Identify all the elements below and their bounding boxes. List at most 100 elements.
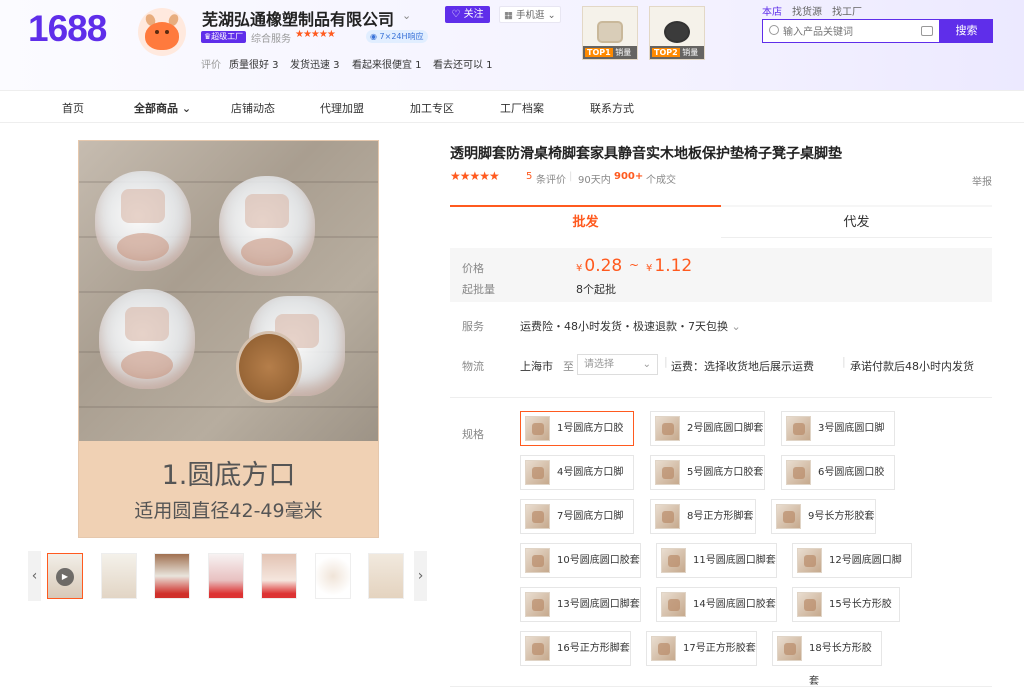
spec-option[interactable]: 2号圆底圆口脚套 (650, 411, 765, 446)
price-panel (450, 248, 992, 302)
shop-nav: 首页 全部商品 ⌄ 店铺动态 代理加盟 加工专区 工厂档案 联系方式 (0, 90, 1024, 123)
spec-option[interactable]: 12号圆底圆口脚套 (792, 543, 912, 599)
sales-prefix: 90天内 (578, 175, 611, 186)
chevron-down-icon: ⌄ (547, 10, 556, 21)
divider: | (569, 171, 573, 182)
camera-icon[interactable] (921, 26, 933, 36)
qr-code-icon: ▦ (504, 10, 513, 21)
chevron-down-icon: ⌄ (731, 320, 741, 333)
report-link[interactable]: 举报 (972, 173, 992, 188)
nav-agency[interactable]: 代理加盟 (320, 100, 364, 116)
shop-avatar[interactable] (138, 8, 186, 56)
thumbnail[interactable] (315, 553, 351, 599)
thumbnail[interactable] (101, 553, 137, 599)
eval-tag[interactable]: 看起来很便宜 1 (352, 56, 422, 71)
nav-contact[interactable]: 联系方式 (590, 100, 634, 116)
tab-this-shop[interactable]: 本店 (762, 3, 782, 18)
moq-label: 起批量 (462, 283, 495, 296)
service-row-label: 服务 (462, 320, 484, 333)
chevron-right-icon[interactable]: › (414, 551, 427, 601)
divider: | (664, 355, 668, 368)
sales-suffix: 个成交 (646, 175, 676, 186)
image-caption-subtitle: 适用圆直径42-49毫米 (134, 500, 323, 522)
nav-all-products[interactable]: 全部商品 ⌄ (134, 100, 191, 116)
tab-find-source[interactable]: 找货源 (792, 3, 822, 18)
main-product-image[interactable]: 1.圆底方口 适用圆直径42-49毫米 (78, 140, 379, 538)
moq-value: 8个起批 (576, 283, 616, 296)
thumbnail[interactable] (261, 553, 297, 599)
site-logo[interactable]: 1688 (28, 8, 107, 50)
shipping-promise: 承诺付款后48小时内发货 (850, 360, 974, 373)
company-name[interactable]: 芜湖弘通橡塑制品有限公司 (202, 6, 394, 30)
service-stars: ★★★★★ (295, 29, 336, 40)
search-box (762, 19, 940, 44)
thumbnail[interactable] (208, 553, 244, 599)
nav-home[interactable]: 首页 (62, 100, 84, 116)
spec-option[interactable]: 18号长方形胶套 (772, 631, 882, 687)
product-photo (79, 141, 378, 441)
spec-option[interactable]: 16号正方形脚套 (520, 631, 631, 666)
chevron-left-icon[interactable]: ‹ (28, 551, 41, 601)
divider: | (842, 355, 846, 368)
spec-option[interactable]: 1号圆底方口胶套 (520, 411, 634, 467)
spec-option[interactable]: 9号长方形胶套 (771, 499, 876, 534)
chevron-down-icon: ⌄ (181, 102, 192, 115)
logistics-label: 物流 (462, 360, 484, 373)
thumbnail[interactable]: ▶ (47, 553, 83, 599)
top-product-thumb[interactable]: TOP2 销量 (649, 6, 705, 60)
from-city: 上海市 (520, 360, 553, 373)
spec-option[interactable]: 7号圆底方口脚套 (520, 499, 634, 555)
spec-option[interactable]: 8号正方形脚套 (650, 499, 756, 534)
spec-option[interactable]: 4号圆底方口脚套 (520, 455, 634, 511)
spec-option[interactable]: 11号圆底圆口脚套 (656, 543, 777, 578)
spec-option[interactable]: 17号正方形胶套 (646, 631, 757, 666)
spec-option[interactable]: 14号圆底圆口胶套 (656, 587, 777, 622)
headset-icon: ◉ (370, 32, 377, 41)
nav-factory-profile[interactable]: 工厂档案 (500, 100, 544, 116)
search-button[interactable]: 搜索 (940, 19, 993, 43)
tab-find-factory[interactable]: 找工厂 (832, 3, 862, 18)
tab-wholesale[interactable]: 批发 (450, 205, 721, 238)
mobile-browse-button[interactable]: ▦ 手机逛 ⌄ (499, 6, 561, 23)
spec-option[interactable]: 5号圆底方口胶套 (650, 455, 765, 490)
chevron-down-icon[interactable]: ⌄ (402, 9, 411, 22)
divider (450, 686, 992, 687)
rating-stars: ★★★★★ (450, 169, 500, 183)
freight-info: 运费：选择收货地后展示运费 (671, 360, 814, 373)
spec-option[interactable]: 6号圆底圆口胶套 (781, 455, 895, 511)
top-product-thumb[interactable]: TOP1 销量 (582, 6, 638, 60)
eval-tag[interactable]: 质量很好 3 (229, 56, 279, 71)
follow-button[interactable]: ♡ 关注 (445, 6, 490, 23)
price-separator: ~ (629, 258, 640, 272)
spec-option[interactable]: 15号长方形胶套 (792, 587, 900, 643)
service-list[interactable]: 运费险・48小时发货・极速退款・7天包换 ⌄ (520, 318, 741, 334)
destination-select[interactable]: 请选择 ⌄ (577, 354, 658, 375)
thumbnail[interactable] (368, 553, 404, 599)
to-label: 至 (563, 360, 574, 373)
review-count[interactable]: 5 (526, 171, 532, 182)
response-badge: ◉ 7×24H响应 (366, 30, 428, 43)
product-title: 透明脚套防滑桌椅脚套家具静音实木地板保护垫椅子凳子桌脚垫 (450, 146, 842, 162)
spec-option[interactable]: 13号圆底圆口脚套 (520, 587, 641, 622)
chevron-down-icon: ⌄ (642, 359, 651, 370)
price-max: ¥1.12 (646, 256, 693, 276)
spec-option[interactable]: 10号圆底圆口胶套 (520, 543, 641, 578)
thumbnail[interactable] (154, 553, 190, 599)
eval-tag[interactable]: 看去还可以 1 (433, 56, 493, 71)
nav-shop-news[interactable]: 店铺动态 (231, 100, 275, 116)
divider (450, 397, 992, 398)
tab-dropship[interactable]: 代发 (721, 205, 992, 238)
eval-tag[interactable]: 发货迅速 3 (290, 56, 340, 71)
spec-label: 规格 (462, 428, 484, 441)
spec-option[interactable]: 3号圆底圆口脚套 (781, 411, 895, 467)
eval-label: 评价 (201, 60, 221, 71)
thumbnail-strip: ‹ ▶ › (28, 551, 428, 601)
play-icon: ▶ (56, 568, 74, 586)
image-caption-title: 1.圆底方口 (161, 460, 296, 491)
sales-count: 900+ (614, 171, 644, 182)
search-input[interactable] (763, 21, 913, 44)
heart-plus-icon: ♡ (451, 9, 461, 20)
price-min: ¥0.28 (576, 256, 623, 276)
nav-processing[interactable]: 加工专区 (410, 100, 454, 116)
review-label[interactable]: 条评价 (536, 171, 566, 186)
